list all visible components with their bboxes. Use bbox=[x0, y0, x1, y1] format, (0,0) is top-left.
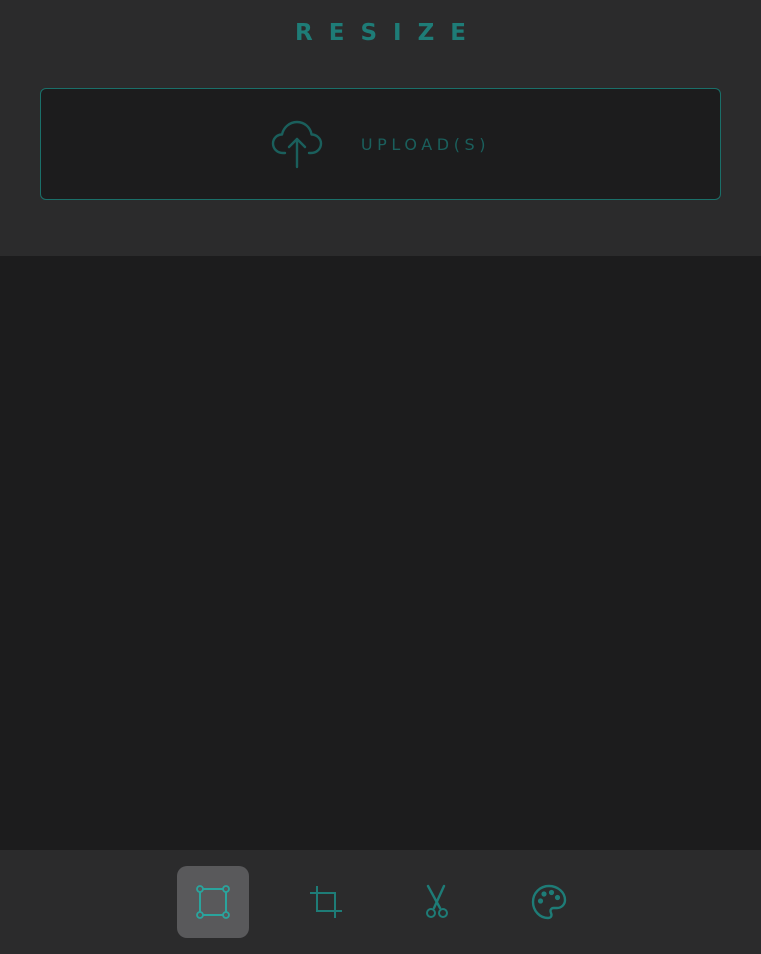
workspace-area bbox=[0, 256, 761, 850]
tool-crop-button[interactable] bbox=[290, 866, 362, 938]
resize-square-icon bbox=[195, 884, 231, 920]
upload-dropzone[interactable]: UPLOAD(S) bbox=[40, 88, 721, 200]
tool-cut-button[interactable] bbox=[401, 866, 473, 938]
crop-icon bbox=[308, 884, 344, 920]
tool-resize-button[interactable] bbox=[177, 866, 249, 938]
header-panel: RESIZE UPLOAD(S) bbox=[0, 0, 761, 256]
bottom-toolbar bbox=[0, 850, 761, 954]
page-title: RESIZE bbox=[295, 20, 482, 46]
scissors-icon bbox=[419, 884, 455, 920]
app-root: RESIZE UPLOAD(S) bbox=[0, 0, 761, 954]
cloud-upload-icon bbox=[271, 119, 323, 169]
tool-color-button[interactable] bbox=[513, 866, 585, 938]
upload-content: UPLOAD(S) bbox=[41, 89, 720, 199]
palette-icon bbox=[531, 884, 567, 920]
upload-label: UPLOAD(S) bbox=[360, 134, 491, 154]
